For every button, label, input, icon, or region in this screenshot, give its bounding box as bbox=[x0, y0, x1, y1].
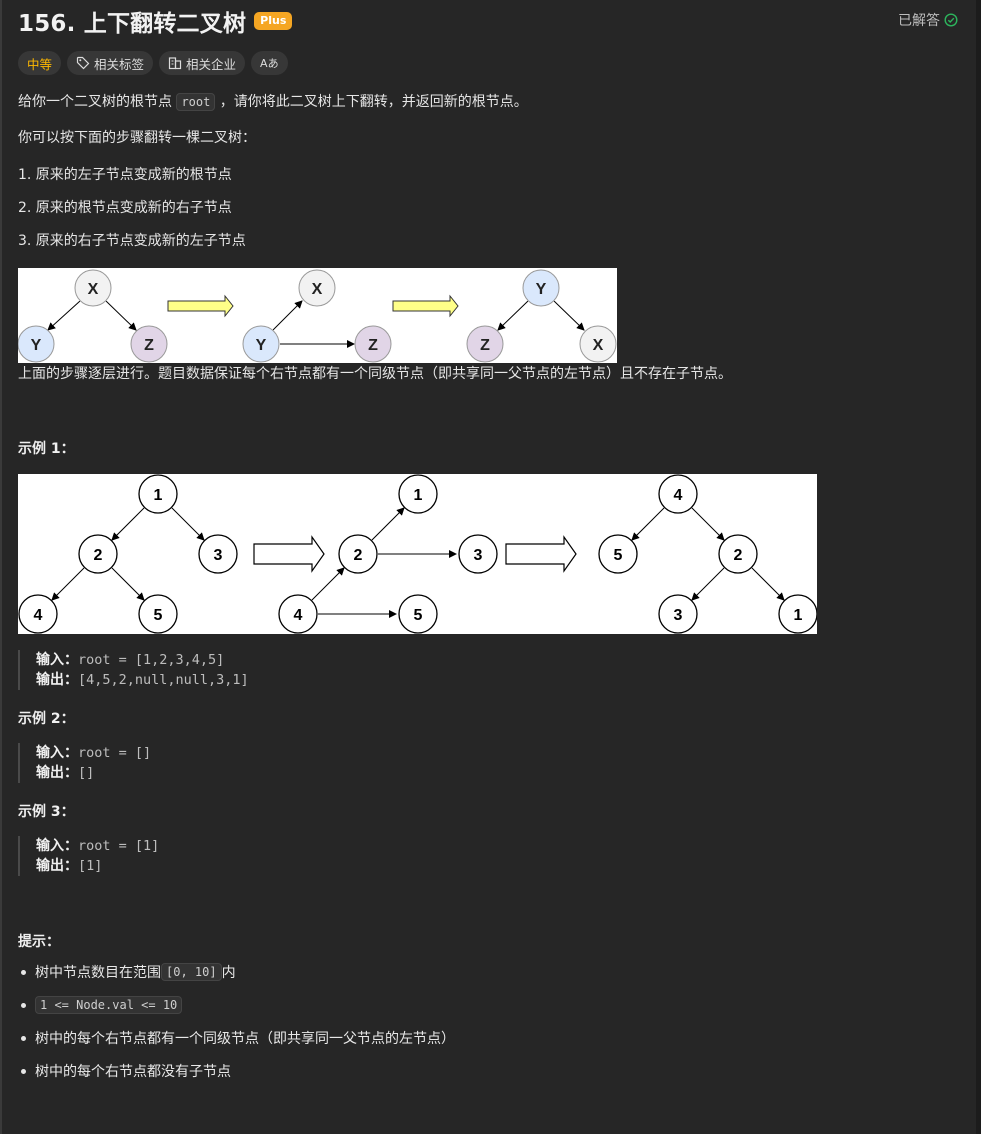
example-2-heading: 示例 2： bbox=[18, 711, 75, 727]
example-1-input-line: 输入：root = [1,2,3,4,5] bbox=[36, 650, 249, 670]
example-3-heading: 示例 3： bbox=[18, 804, 75, 820]
tag-row: 中等 相关标签 相关企业 Aあ bbox=[18, 51, 288, 75]
example-3-output-line: 输出：[1] bbox=[36, 856, 159, 876]
yellow-arrow-1 bbox=[167, 294, 234, 318]
node-y-2: Y bbox=[256, 337, 267, 354]
yellow-arrow-2 bbox=[392, 294, 459, 318]
step-3: 3. 原来的右子节点变成新的左子节点 bbox=[18, 233, 246, 249]
building-icon bbox=[168, 57, 182, 70]
hint-item: 树中节点数目在范围 [0, 10] 内 bbox=[18, 962, 455, 982]
hollow-arrow-1 bbox=[253, 535, 325, 573]
hints-list: 树中节点数目在范围 [0, 10] 内 1 <= Node.val <= 10 … bbox=[18, 962, 455, 1094]
desc-p1-before: 给你一个二叉树的根节点 bbox=[18, 94, 177, 110]
example-1-io: 输入：root = [1,2,3,4,5] 输出：[4,5,2,null,nul… bbox=[18, 650, 249, 690]
ex1-c-node-3: 3 bbox=[674, 607, 683, 624]
input-label: 输入： bbox=[36, 745, 78, 761]
example-2-input: root = [] bbox=[78, 745, 152, 761]
node-z-2: Z bbox=[368, 337, 378, 354]
hollow-arrow-2 bbox=[505, 535, 577, 573]
difficulty-tag: 中等 bbox=[18, 51, 62, 75]
hint-3: 树中的每个右节点都有一个同级节点（即共享同一父节点的左节点） bbox=[35, 1031, 455, 1047]
desc-p1-after: ，请你将此二叉树上下翻转，并返回新的根节点。 bbox=[215, 94, 528, 110]
description-paragraph-2: 你可以按下面的步骤翻转一棵二叉树： bbox=[18, 130, 256, 146]
related-companies-button[interactable]: 相关企业 bbox=[159, 51, 246, 75]
ex1-b-node-2: 2 bbox=[354, 547, 363, 564]
example-3-output: [1] bbox=[78, 858, 103, 874]
example-1-diagram: 1 2 3 4 5 1 2 3 4 5 4 5 2 3 1 bbox=[18, 474, 817, 634]
output-label: 输出： bbox=[36, 765, 78, 781]
ex1-b-node-3: 3 bbox=[474, 547, 483, 564]
example-2-output-line: 输出：[] bbox=[36, 763, 151, 783]
ex1-a-node-5: 5 bbox=[154, 607, 163, 624]
check-circle-icon bbox=[944, 13, 958, 27]
inline-code-root: root bbox=[176, 93, 216, 111]
translate-button[interactable]: Aあ bbox=[251, 51, 288, 75]
input-label: 输入： bbox=[36, 652, 78, 668]
example-2-output: [] bbox=[78, 765, 95, 781]
tag-icon bbox=[76, 56, 90, 70]
hint-item: 1 <= Node.val <= 10 bbox=[18, 995, 455, 1015]
hint-1-code: [0, 10] bbox=[161, 963, 222, 981]
example-1-heading: 示例 1： bbox=[18, 441, 75, 457]
input-label: 输入： bbox=[36, 838, 78, 854]
example-1-output: [4,5,2,null,null,3,1] bbox=[78, 672, 249, 688]
ex1-a-node-1: 1 bbox=[154, 487, 163, 504]
ex1-b-node-5: 5 bbox=[414, 607, 423, 624]
step-1: 1. 原来的左子节点变成新的根节点 bbox=[18, 167, 232, 183]
related-topics-button[interactable]: 相关标签 bbox=[67, 51, 154, 75]
output-label: 输出： bbox=[36, 858, 78, 874]
ex1-c-node-4: 4 bbox=[674, 487, 683, 504]
plus-badge: Plus bbox=[254, 12, 293, 30]
hint-item: 树中的每个右节点都有一个同级节点（即共享同一父节点的左节点） bbox=[18, 1028, 455, 1048]
related-topics-label: 相关标签 bbox=[94, 56, 145, 72]
description-paragraph-3: 上面的步骤逐层进行。题目数据保证每个右节点都有一个同级节点（即共享同一父节点的左… bbox=[18, 366, 732, 382]
step-2: 2. 原来的根节点变成新的右子节点 bbox=[18, 200, 232, 216]
bullet bbox=[21, 1035, 26, 1041]
output-label: 输出： bbox=[36, 672, 78, 688]
example-1-input: root = [1,2,3,4,5] bbox=[78, 652, 225, 668]
example-2-io: 输入：root = [] 输出：[] bbox=[18, 743, 151, 783]
title-row: 156. 上下翻转二叉树 Plus bbox=[18, 4, 293, 38]
hint-4: 树中的每个右节点都没有子节点 bbox=[35, 1064, 231, 1080]
node-y-1: Y bbox=[31, 337, 42, 354]
hint-2-code: 1 <= Node.val <= 10 bbox=[35, 996, 183, 1014]
example-1-output-line: 输出：[4,5,2,null,null,3,1] bbox=[36, 670, 249, 690]
ex1-a-node-2: 2 bbox=[94, 547, 103, 564]
node-y-3: Y bbox=[536, 281, 547, 298]
ex1-b-node-1: 1 bbox=[414, 487, 423, 504]
example-3-io: 输入：root = [1] 输出：[1] bbox=[18, 836, 159, 876]
hint-1-after: 内 bbox=[221, 965, 236, 981]
difficulty-label: 中等 bbox=[27, 56, 53, 72]
ex1-a-node-3: 3 bbox=[214, 547, 223, 564]
node-x-1: X bbox=[88, 281, 99, 298]
hint-item: 树中的每个右节点都没有子节点 bbox=[18, 1061, 455, 1081]
ex1-b-node-4: 4 bbox=[294, 607, 303, 624]
hints-heading: 提示： bbox=[18, 934, 60, 950]
ex1-c-node-5: 5 bbox=[614, 547, 623, 564]
left-border bbox=[0, 0, 2, 1134]
example-3-input: root = [1] bbox=[78, 838, 160, 854]
flip-steps-diagram: X Y Z X Y Z Y Z X bbox=[18, 268, 617, 363]
solved-label: 已解答 bbox=[898, 13, 940, 29]
description-paragraph-1: 给你一个二叉树的根节点 root ，请你将此二叉树上下翻转，并返回新的根节点。 bbox=[18, 92, 528, 112]
translate-icon: Aあ bbox=[260, 57, 279, 70]
node-z-3: Z bbox=[480, 337, 490, 354]
example-3-input-line: 输入：root = [1] bbox=[36, 836, 159, 856]
right-scrollbar[interactable] bbox=[976, 0, 981, 1134]
node-x-3: X bbox=[593, 337, 604, 354]
ex1-c-node-2: 2 bbox=[734, 547, 743, 564]
example-2-input-line: 输入：root = [] bbox=[36, 743, 151, 763]
ex1-a-node-4: 4 bbox=[34, 607, 43, 624]
bullet bbox=[21, 1068, 26, 1074]
ex1-c-node-1: 1 bbox=[794, 607, 803, 624]
bullet bbox=[21, 1002, 26, 1008]
node-x-2: X bbox=[312, 281, 323, 298]
solved-status: 已解答 bbox=[898, 10, 958, 30]
related-companies-label: 相关企业 bbox=[186, 56, 237, 72]
hint-1-before: 树中节点数目在范围 bbox=[35, 965, 161, 981]
problem-title[interactable]: 156. 上下翻转二叉树 bbox=[18, 4, 246, 38]
bullet bbox=[21, 969, 26, 975]
node-z-1: Z bbox=[144, 337, 154, 354]
